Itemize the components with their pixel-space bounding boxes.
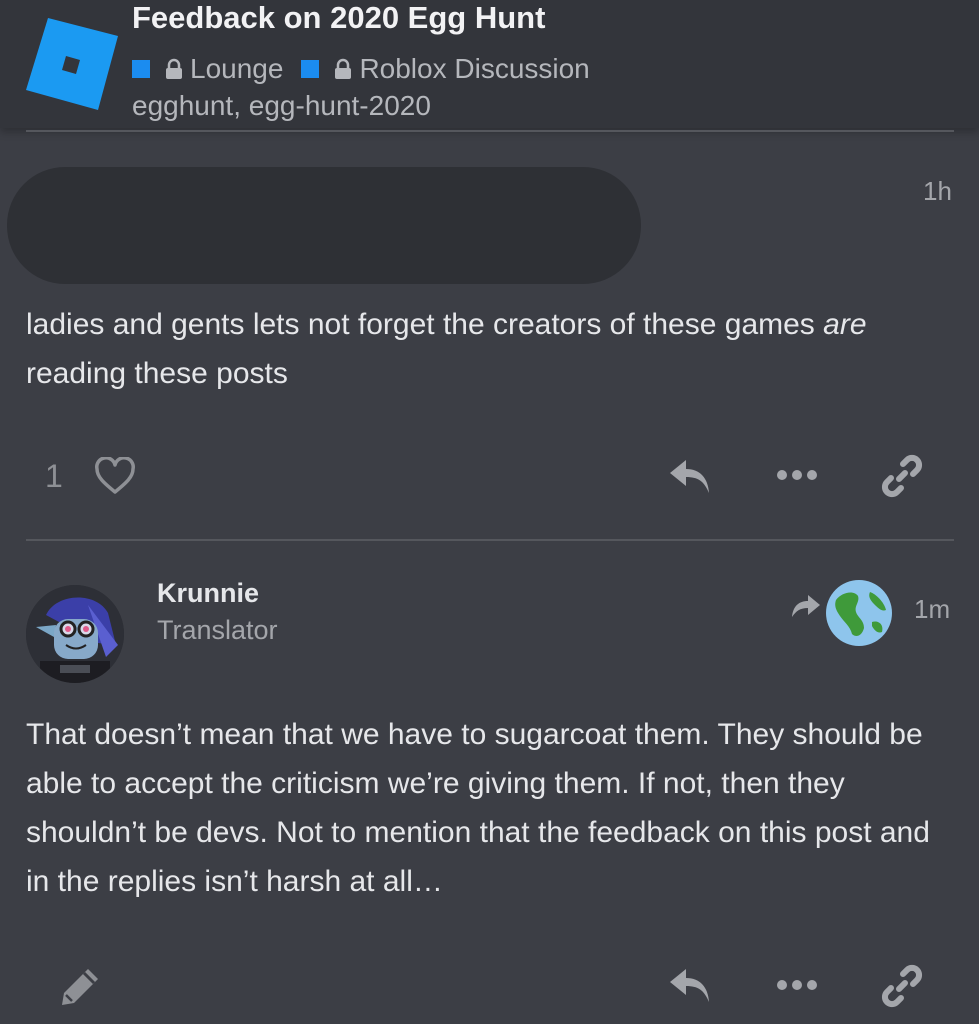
more-icon[interactable]: [776, 975, 818, 995]
topic-header: Feedback on 2020 Egg Hunt Lounge Roblox …: [0, 0, 979, 128]
divider: [26, 130, 954, 132]
topic-tags[interactable]: egghunt, egg-hunt-2020: [132, 90, 431, 122]
post-body: That doesn’t mean that we have to sugarc…: [26, 718, 930, 898]
category-breadcrumb: Lounge Roblox Discussion: [132, 53, 608, 85]
lock-icon: [335, 58, 352, 79]
category-roblox-discussion[interactable]: Roblox Discussion: [301, 53, 590, 85]
like-count[interactable]: 1: [45, 458, 63, 495]
divider: [26, 539, 954, 541]
globe-icon[interactable]: [824, 578, 894, 648]
category-color-square: [301, 60, 320, 78]
topic-title[interactable]: Feedback on 2020 Egg Hunt: [132, 0, 545, 36]
post-body: ladies and gents lets not forget the cre…: [26, 300, 956, 398]
reply-arrow-icon[interactable]: [790, 593, 822, 619]
lock-icon: [166, 58, 182, 79]
user-title: Translator: [157, 615, 278, 645]
heart-icon[interactable]: [94, 457, 136, 495]
reply-icon[interactable]: [668, 456, 712, 496]
link-icon[interactable]: [880, 454, 924, 498]
post-time[interactable]: 1h: [923, 176, 952, 207]
pencil-icon[interactable]: [58, 965, 102, 1009]
avatar-image: [26, 585, 124, 683]
post-text-emphasis: are: [823, 308, 867, 341]
redacted-user-info: [7, 167, 641, 284]
post-time[interactable]: 1m: [914, 594, 950, 625]
post-text: ladies and gents lets not forget the cre…: [26, 308, 824, 341]
category-lounge[interactable]: Lounge: [132, 53, 283, 85]
username[interactable]: Krunnie: [157, 578, 259, 609]
more-icon[interactable]: [776, 465, 818, 485]
link-icon[interactable]: [880, 964, 924, 1008]
category-label: Roblox Discussion: [359, 53, 590, 84]
category-color-square: [132, 60, 150, 78]
category-label: Lounge: [190, 53, 284, 84]
avatar[interactable]: [26, 585, 124, 683]
post-text: reading these posts: [26, 357, 288, 390]
roblox-logo[interactable]: [26, 18, 118, 110]
reply-icon[interactable]: [668, 965, 712, 1005]
